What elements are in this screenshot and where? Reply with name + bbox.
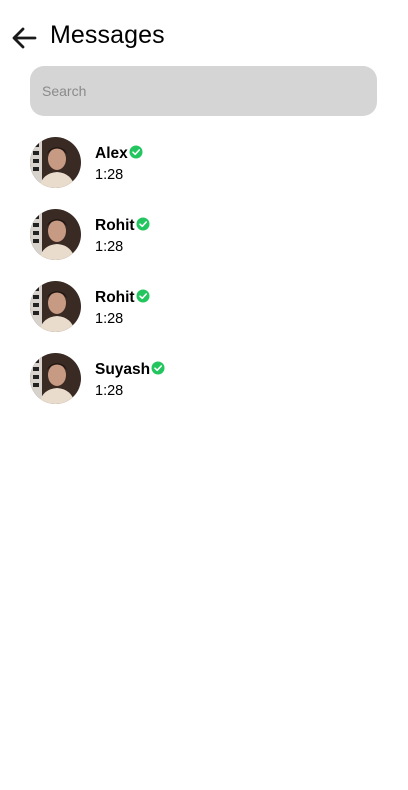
verified-badge-icon [129,145,143,159]
avatar-image [30,209,81,260]
conversation-item[interactable]: Rohit 1:28 [0,274,408,346]
avatar[interactable] [30,209,81,260]
message-time: 1:28 [95,239,124,255]
page-title: Messages [50,21,165,49]
avatar[interactable] [30,281,81,332]
conversation-list: Alex 1:28 Rohit 1:28 Rohit 1:28 Suyash 1… [0,130,408,418]
message-time: 1:28 [95,383,124,399]
verified-badge-icon [151,361,165,375]
name-row: Alex [95,144,143,164]
conversation-item[interactable]: Suyash 1:28 [0,346,408,418]
conversation-item[interactable]: Rohit 1:28 [0,202,408,274]
name-row: Rohit [95,216,150,236]
conversation-item[interactable]: Alex 1:28 [0,130,408,202]
back-button[interactable] [8,24,40,52]
name-row: Suyash [95,360,165,380]
avatar-image [30,137,81,188]
app-header: Messages [0,0,408,66]
avatar-image [30,281,81,332]
avatar[interactable] [30,353,81,404]
verified-badge-icon [136,289,150,303]
name-row: Rohit [95,288,150,308]
contact-name: Alex [95,145,128,162]
message-time: 1:28 [95,311,124,327]
avatar-image [30,353,81,404]
contact-name: Rohit [95,289,135,306]
verified-badge-icon [136,217,150,231]
contact-name: Rohit [95,217,135,234]
avatar[interactable] [30,137,81,188]
message-time: 1:28 [95,167,124,183]
contact-name: Suyash [95,361,151,378]
search-input[interactable] [30,66,377,116]
search-bar[interactable] [30,66,377,116]
arrow-left-icon [12,27,37,49]
